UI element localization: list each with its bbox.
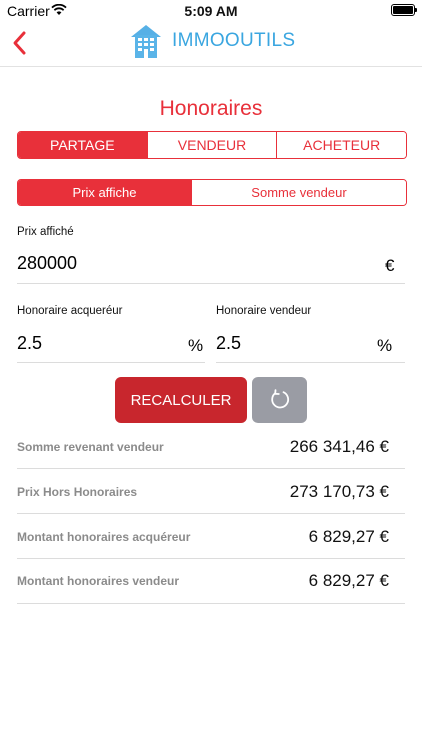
result-label-honoraires-acquereur: Montant honoraires acquéreur xyxy=(17,530,191,544)
vend-underline xyxy=(216,362,405,363)
prix-label: Prix affiché xyxy=(17,226,74,238)
prix-input[interactable]: 280000 xyxy=(17,253,77,274)
tab-acheteur[interactable]: ACHETEUR xyxy=(276,132,406,158)
result-label-somme-vendeur: Somme revenant vendeur xyxy=(17,440,164,454)
result-label-honoraires-vendeur: Montant honoraires vendeur xyxy=(17,574,180,588)
result-value-honoraires-vendeur: 6 829,27 € xyxy=(308,571,389,590)
page-title: Honoraires xyxy=(159,97,263,120)
result-label-prix-hors-honoraires: Prix Hors Honoraires xyxy=(17,485,138,499)
acq-input[interactable]: 2.5 xyxy=(17,333,42,354)
acq-unit: % xyxy=(188,336,204,355)
status-bar: Carrier 5:09 AM xyxy=(0,0,422,22)
result-value-honoraires-acquereur: 6 829,27 € xyxy=(308,527,389,546)
acq-label: Honoraire acqueréur xyxy=(17,305,123,317)
result-divider xyxy=(17,558,405,559)
price-basis-toggle: Prix affiche Somme vendeur xyxy=(17,179,407,206)
result-value-somme-vendeur: 266 341,46 € xyxy=(289,437,389,456)
tab-partage[interactable]: PARTAGE xyxy=(18,132,147,158)
app-logo: IMMOOUTILS xyxy=(130,22,295,60)
option-somme-vendeur[interactable]: Somme vendeur xyxy=(191,180,406,205)
vend-label: Honoraire vendeur xyxy=(216,305,312,317)
result-value-prix-hors-honoraires: 273 170,73 € xyxy=(289,482,389,501)
recalculer-button[interactable]: RECALCULER xyxy=(115,377,247,423)
result-divider xyxy=(17,603,405,604)
battery-icon xyxy=(391,4,417,16)
nav-bar: IMMOOUTILS xyxy=(0,22,422,67)
vend-input[interactable]: 2.5 xyxy=(216,333,241,354)
tab-vendeur[interactable]: VENDEUR xyxy=(146,132,277,158)
building-logo-icon xyxy=(131,25,161,58)
reset-button[interactable] xyxy=(252,377,307,423)
prix-underline xyxy=(17,283,405,284)
result-divider xyxy=(17,468,405,469)
clock: 5:09 AM xyxy=(184,3,238,19)
prix-unit: € xyxy=(385,256,395,275)
option-prix-affiche[interactable]: Prix affiche xyxy=(18,180,191,205)
refresh-icon xyxy=(270,389,289,409)
result-divider xyxy=(17,513,405,514)
acq-underline xyxy=(17,362,205,363)
back-chevron-icon[interactable] xyxy=(8,29,32,57)
fee-mode-tabs: PARTAGE VENDEUR ACHETEUR xyxy=(17,131,407,159)
brand-name: IMMOOUTILS xyxy=(172,30,296,51)
vend-unit: % xyxy=(377,336,393,355)
